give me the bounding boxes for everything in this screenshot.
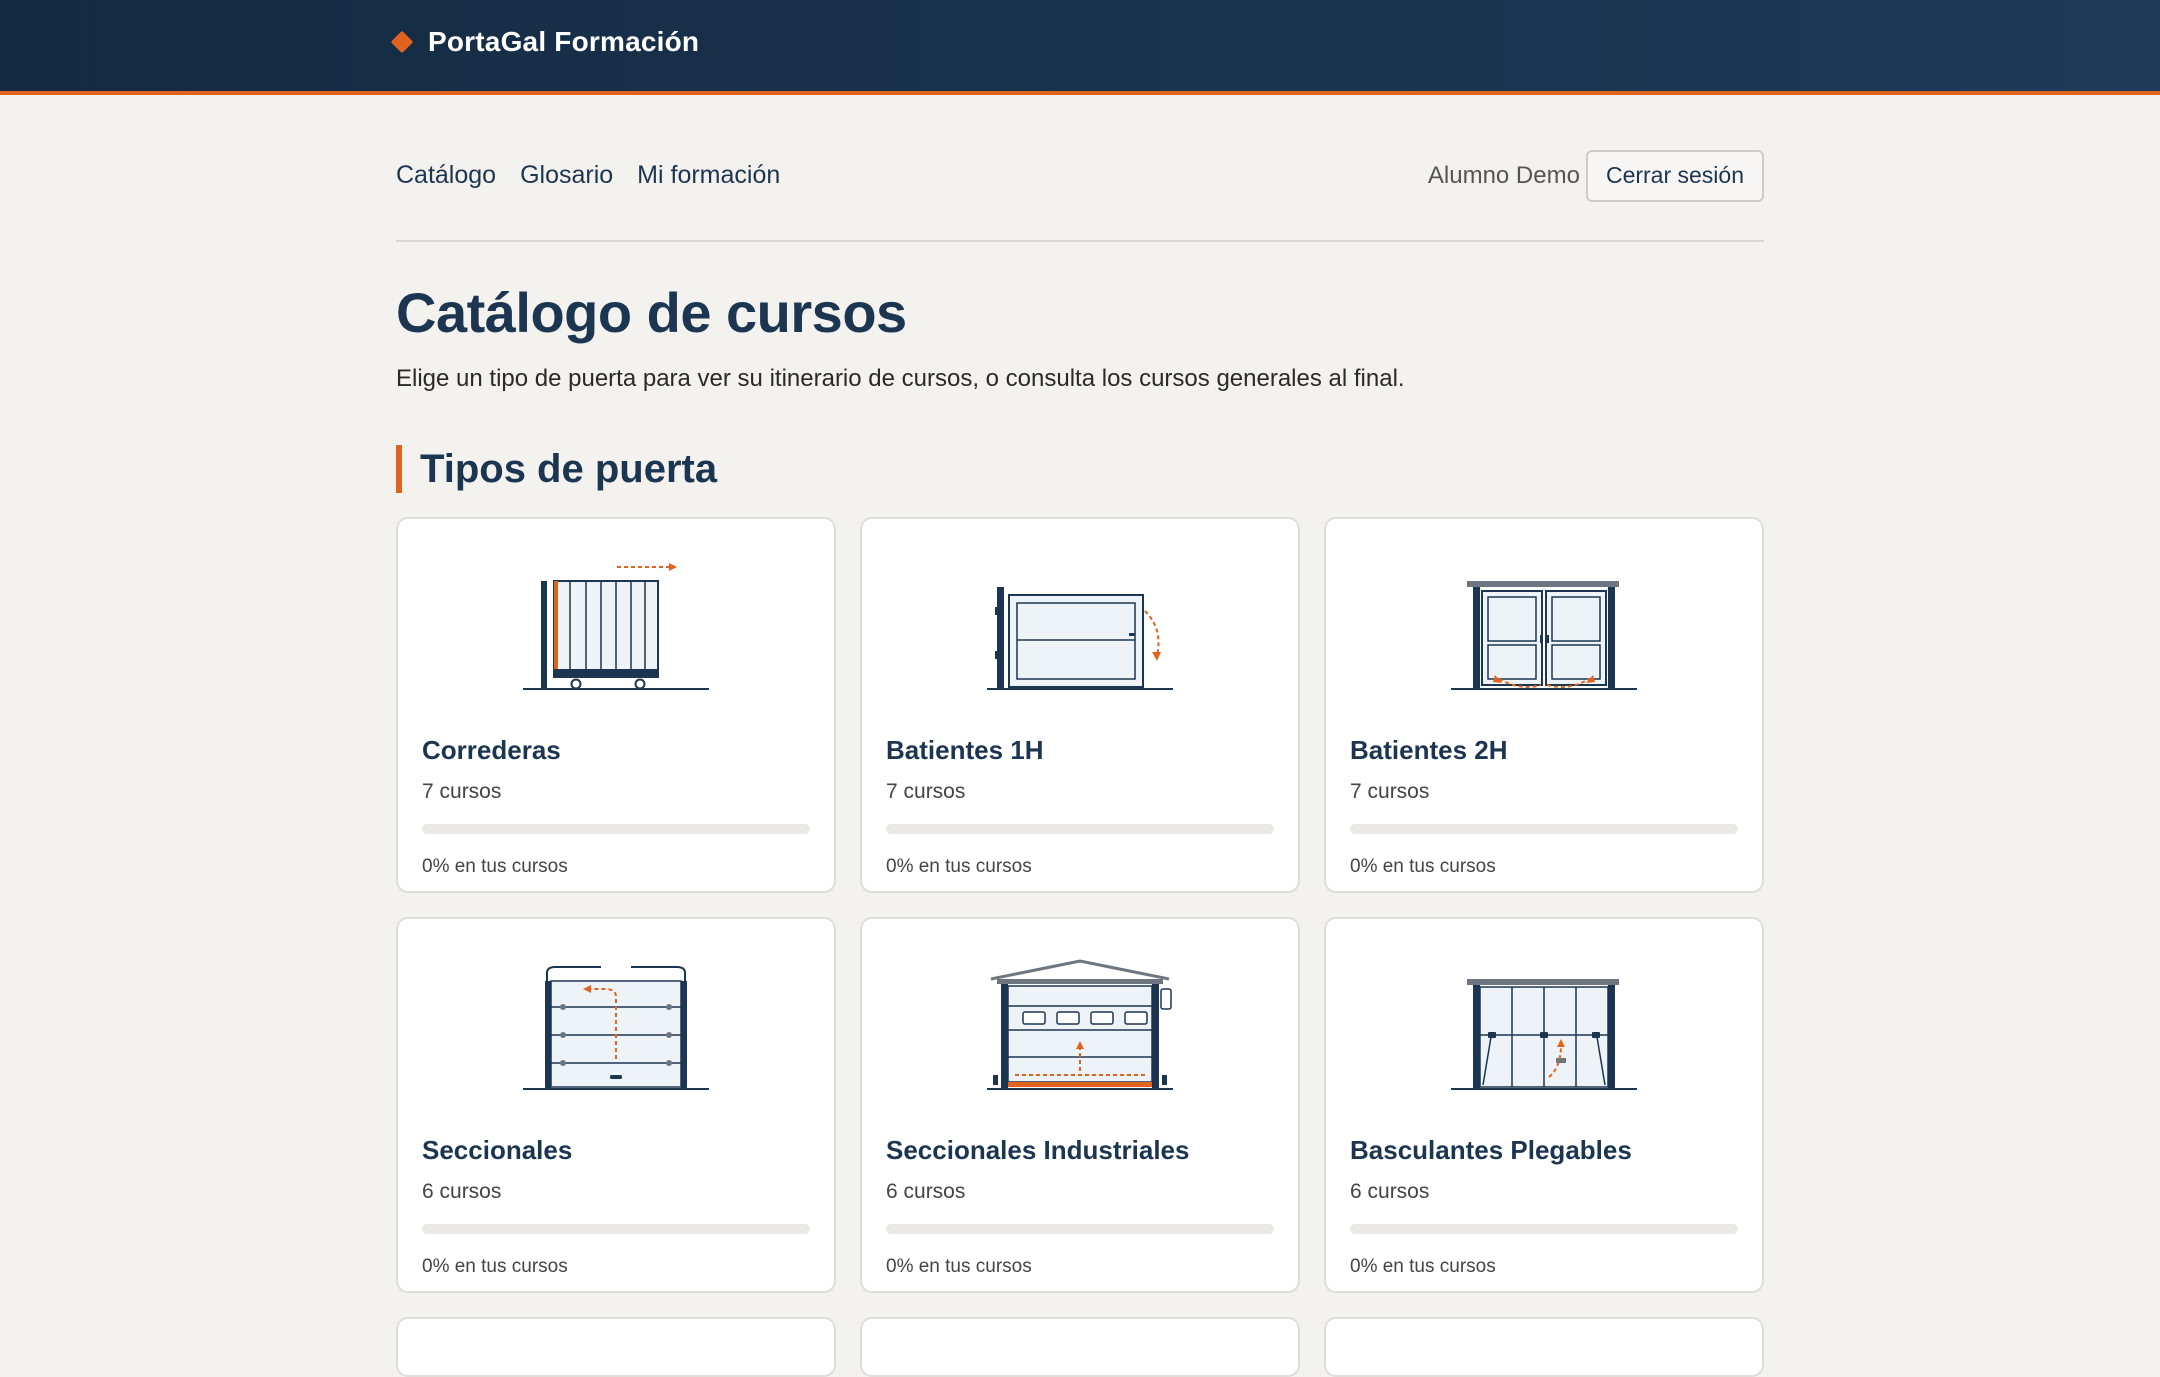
card-illustration — [422, 519, 810, 705]
card-progress-bar — [886, 824, 1274, 834]
card-title: Seccionales Industriales — [886, 1135, 1190, 1165]
door-card-partial[interactable] — [860, 1317, 1300, 1377]
nav-links: Catálogo Glosario Mi formación — [396, 161, 780, 190]
card-progress-text: 0% en tus cursos — [886, 1256, 1032, 1277]
door-card-basculantes-plegables[interactable]: Basculantes Plegables 6 cursos 0% en tus… — [1324, 917, 1764, 1293]
card-progress-text: 0% en tus cursos — [886, 856, 1032, 877]
card-title: Batientes 2H — [1350, 735, 1508, 765]
door-card-correderas[interactable]: Correderas 7 cursos 0% en tus cursos — [396, 517, 836, 893]
card-illustration — [1350, 919, 1738, 1105]
industrial-sectional-door-icon — [987, 959, 1173, 1090]
card-course-count: 7 cursos — [1350, 780, 1430, 803]
card-title: Basculantes Plegables — [1350, 1135, 1632, 1165]
nav-link-catalogo[interactable]: Catálogo — [396, 161, 496, 190]
card-illustration — [1350, 519, 1738, 705]
section-header: Tipos de puerta — [396, 445, 1764, 493]
door-card-batientes-2h[interactable]: Batientes 2H 7 cursos 0% en tus cursos — [1324, 517, 1764, 893]
card-progress-text: 0% en tus cursos — [1350, 1256, 1496, 1277]
section-title: Tipos de puerta — [420, 446, 718, 491]
main-content: Catálogo Glosario Mi formación Alumno De… — [396, 95, 1764, 1377]
card-progress-bar — [1350, 1224, 1738, 1234]
door-card-seccionales[interactable]: Seccionales 6 cursos 0% en tus cursos — [396, 917, 836, 1293]
card-course-count: 6 cursos — [886, 1180, 966, 1203]
sliding-gate-icon — [523, 563, 709, 690]
card-progress-bar — [422, 1224, 810, 1234]
card-progress-text: 0% en tus cursos — [422, 856, 568, 877]
card-title: Seccionales — [422, 1135, 573, 1165]
page-subtitle: Elige un tipo de puerta para ver su itin… — [396, 365, 1405, 392]
next-card-row — [396, 1317, 1764, 1377]
sectional-door-icon — [523, 966, 709, 1090]
door-type-grid: Correderas 7 cursos 0% en tus cursos Bat… — [396, 517, 1764, 1293]
user-area: Alumno Demo Cerrar sesión — [1427, 149, 1764, 202]
logout-button[interactable]: Cerrar sesión — [1585, 149, 1764, 202]
card-progress-bar — [1350, 824, 1738, 834]
page-title: Catálogo de cursos — [396, 281, 907, 344]
door-card-partial[interactable] — [396, 1317, 836, 1377]
card-course-count: 7 cursos — [886, 780, 966, 803]
card-course-count: 6 cursos — [422, 1180, 502, 1203]
brand-name: PortaGal Formación — [428, 26, 700, 57]
top-bar: PortaGal Formación — [0, 0, 2160, 95]
card-progress-text: 0% en tus cursos — [422, 1256, 568, 1277]
main-nav: Catálogo Glosario Mi formación Alumno De… — [396, 95, 1764, 242]
swing-gate-single-icon — [987, 587, 1173, 690]
card-illustration — [886, 519, 1274, 705]
nav-link-glosario[interactable]: Glosario — [520, 161, 613, 190]
door-card-partial[interactable] — [1324, 1317, 1764, 1377]
card-title: Correderas — [422, 735, 561, 765]
card-progress-bar — [422, 824, 810, 834]
brand[interactable]: PortaGal Formación — [390, 26, 700, 58]
card-title: Batientes 1H — [886, 735, 1044, 765]
folding-tilt-door-icon — [1451, 979, 1637, 1090]
brand-diamond-icon — [390, 30, 414, 54]
card-illustration — [886, 919, 1274, 1105]
nav-link-mi-formacion[interactable]: Mi formación — [637, 161, 780, 190]
card-course-count: 7 cursos — [422, 780, 502, 803]
card-progress-bar — [886, 1224, 1274, 1234]
card-illustration — [422, 919, 810, 1105]
card-progress-text: 0% en tus cursos — [1350, 856, 1496, 877]
swing-gate-double-icon — [1451, 581, 1637, 690]
door-card-seccionales-industriales[interactable]: Seccionales Industriales 6 cursos 0% en … — [860, 917, 1300, 1293]
user-name: Alumno Demo — [1427, 161, 1580, 189]
card-course-count: 6 cursos — [1350, 1180, 1430, 1203]
door-card-batientes-1h[interactable]: Batientes 1H 7 cursos 0% en tus cursos — [860, 517, 1300, 893]
